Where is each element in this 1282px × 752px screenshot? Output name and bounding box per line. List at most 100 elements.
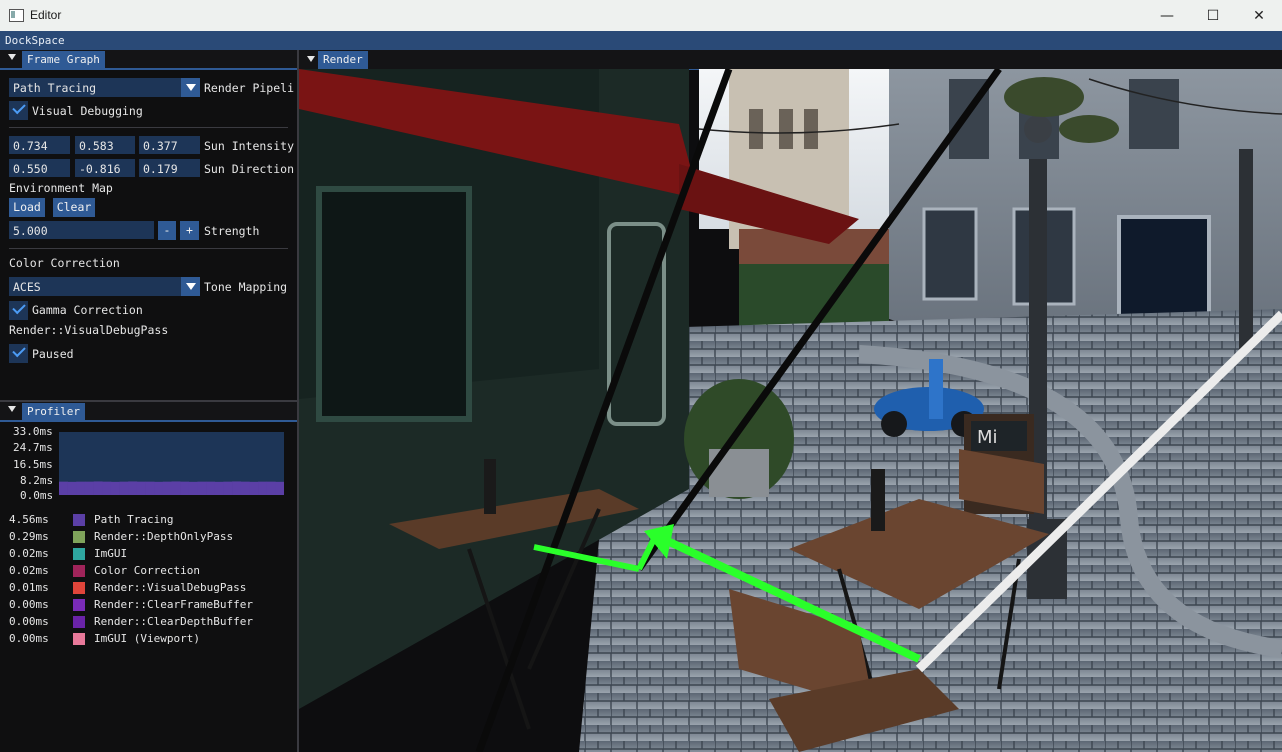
profiler-pass-name: Render::VisualDebugPass: [94, 581, 247, 594]
profiler-bar: [154, 481, 164, 495]
strength-input[interactable]: 5.000: [9, 221, 154, 239]
load-button[interactable]: Load: [9, 198, 45, 217]
y-tick-label: 24.7ms: [13, 441, 53, 454]
frame-graph-panel: Frame Graph Path Tracing Render Pipeli V…: [0, 50, 297, 400]
profiler-pass-name: ImGUI (Viewport): [94, 632, 200, 645]
sun-direction-label: Sun Direction: [204, 162, 295, 176]
gamma-correction-label: Gamma Correction: [32, 303, 143, 317]
tone-mapping-value: ACES: [13, 280, 41, 294]
collapse-arrow-icon[interactable]: [307, 56, 315, 62]
legend-swatch: [73, 582, 85, 594]
tone-mapping-combo[interactable]: ACES: [9, 277, 200, 296]
environment-map-label: Environment Map: [9, 181, 113, 195]
tab-frame-graph[interactable]: Frame Graph: [22, 51, 105, 68]
profiler-bar: [214, 481, 224, 495]
profiler-bar: [128, 481, 138, 495]
scene-view: Mi: [299, 69, 1282, 752]
profiler-bar: [275, 481, 284, 495]
dockspace-label[interactable]: DockSpace: [5, 34, 65, 47]
profiler-bar: [197, 481, 207, 495]
separator: [9, 248, 288, 249]
profiler-bar: [110, 481, 120, 495]
profiler-time: 0.00ms: [9, 632, 49, 645]
profiler-bar: [188, 481, 198, 495]
profiler-tabbar: Profiler: [0, 402, 297, 422]
checkmark-icon: [12, 100, 26, 115]
profiler-pass-name: Path Tracing: [94, 513, 174, 526]
profiler-pass-name: Render::ClearFrameBuffer: [94, 598, 253, 611]
strength-increment-button[interactable]: +: [180, 221, 199, 240]
minimize-button[interactable]: —: [1144, 0, 1190, 31]
y-tick-label: 16.5ms: [13, 458, 53, 471]
profiler-bar: [180, 481, 190, 495]
render-pipeline-combo[interactable]: Path Tracing: [9, 78, 200, 97]
profiler-bar: [136, 481, 146, 495]
profiler-bar: [206, 481, 216, 495]
profiler-bar: [145, 481, 155, 495]
lamp-post: [1029, 159, 1047, 579]
close-button[interactable]: ✕: [1236, 0, 1282, 31]
tab-render[interactable]: Render: [318, 51, 368, 69]
profiler-bar: [76, 481, 86, 495]
separator: [9, 127, 288, 128]
profiler-time: 0.00ms: [9, 615, 49, 628]
clear-button[interactable]: Clear: [53, 198, 95, 217]
gamma-correction-checkbox[interactable]: [9, 300, 28, 320]
visual-debugging-label: Visual Debugging: [32, 104, 143, 118]
profiler-pass-name: Render::ClearDepthBuffer: [94, 615, 253, 628]
collapse-arrow-icon[interactable]: [8, 54, 16, 60]
render-pipeline-value: Path Tracing: [13, 81, 97, 95]
legend-swatch: [73, 616, 85, 628]
profiler-time: 0.29ms: [9, 530, 49, 543]
sun-direction-y[interactable]: -0.816: [75, 159, 135, 177]
chevron-down-icon[interactable]: [181, 78, 200, 97]
legend-swatch: [73, 531, 85, 543]
profiler-bar: [258, 481, 267, 495]
profiler-bar: [171, 481, 181, 495]
profiler-bar: [59, 481, 68, 495]
render-tabbar: Render: [299, 50, 1282, 70]
strength-decrement-button[interactable]: -: [158, 221, 176, 240]
profiler-time: 0.00ms: [9, 598, 49, 611]
render-viewport[interactable]: Mi: [299, 69, 1282, 752]
legend-swatch: [73, 548, 85, 560]
tab-profiler[interactable]: Profiler: [22, 403, 85, 420]
profiler-time: 4.56ms: [9, 513, 49, 526]
y-tick-label: 8.2ms: [20, 474, 54, 487]
paused-label: Paused: [32, 347, 74, 361]
checkmark-icon: [12, 343, 26, 358]
checkmark-icon: [12, 300, 26, 315]
profiler-pass-name: Render::DepthOnlyPass: [94, 530, 234, 543]
collapse-arrow-icon[interactable]: [8, 406, 16, 412]
frame-graph-tabbar: Frame Graph: [0, 50, 297, 70]
sun-direction-x[interactable]: 0.550: [9, 159, 70, 177]
pass-name-label: Render::VisualDebugPass: [9, 323, 169, 337]
menu-sign-text: Mi: [977, 427, 998, 448]
profiler-bar: [102, 481, 112, 495]
render-pipeline-label: Render Pipeli: [204, 81, 295, 95]
app-icon: [9, 9, 24, 22]
maximize-button[interactable]: ☐: [1190, 0, 1236, 31]
profiler-bar: [84, 481, 94, 495]
color-correction-label: Color Correction: [9, 256, 120, 270]
profiler-bar: [240, 481, 250, 495]
sun-direction-z[interactable]: 0.179: [139, 159, 200, 177]
sun-intensity-b[interactable]: 0.377: [139, 136, 200, 154]
profiler-bar: [119, 481, 129, 495]
profiler-chart: [59, 432, 284, 495]
sun-intensity-r[interactable]: 0.734: [9, 136, 70, 154]
window-title: Editor: [30, 8, 62, 22]
profiler-time: 0.01ms: [9, 581, 49, 594]
profiler-bar: [232, 481, 242, 495]
chevron-down-icon[interactable]: [181, 277, 200, 296]
visual-debugging-checkbox[interactable]: [9, 100, 28, 120]
sun-intensity-g[interactable]: 0.583: [75, 136, 135, 154]
profiler-time: 0.02ms: [9, 547, 49, 560]
profiler-pass-name: ImGUI: [94, 547, 128, 560]
title-bar: Editor — ☐ ✕: [0, 0, 1282, 31]
legend-swatch: [73, 633, 85, 645]
profiler-bar: [266, 481, 276, 495]
legend-swatch: [73, 514, 85, 526]
profiler-bar: [223, 481, 233, 495]
paused-checkbox[interactable]: [9, 343, 28, 363]
